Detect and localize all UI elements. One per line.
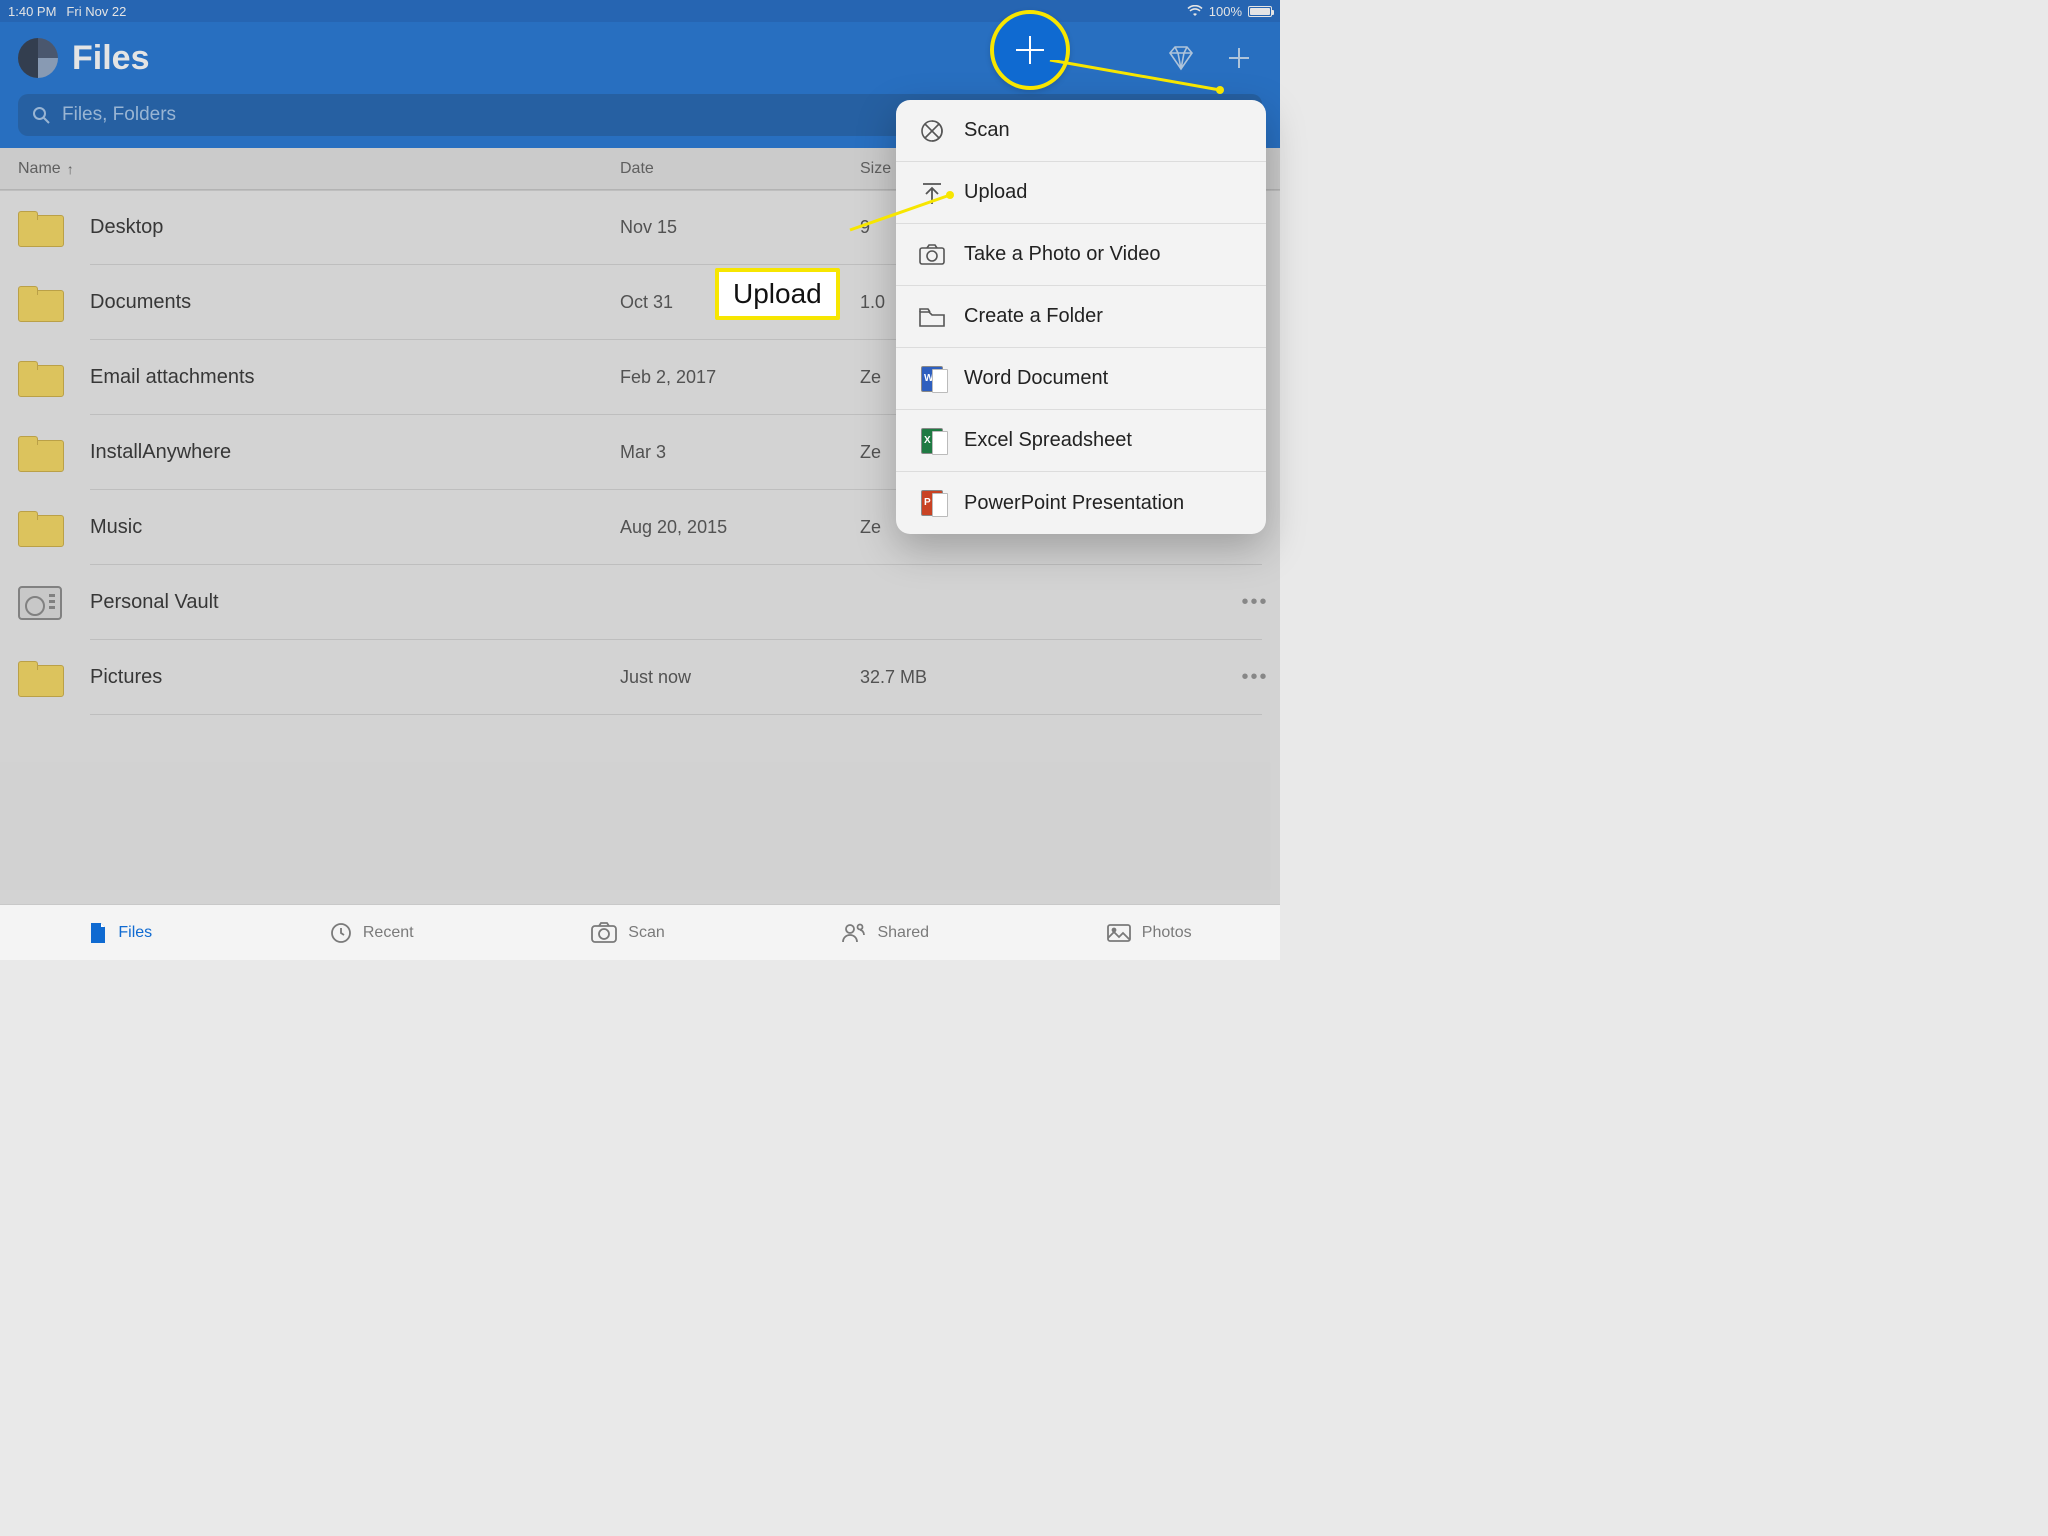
- folder-icon: [18, 436, 62, 470]
- file-name: InstallAnywhere: [90, 441, 610, 464]
- file-name: Desktop: [90, 216, 610, 239]
- column-date[interactable]: Date: [610, 160, 850, 178]
- add-menu-label: Excel Spreadsheet: [964, 429, 1132, 452]
- more-icon[interactable]: •••: [1230, 666, 1280, 689]
- tab-photos[interactable]: Photos: [1106, 923, 1192, 943]
- file-row[interactable]: PicturesJust now32.7 MB•••: [0, 640, 1280, 715]
- scan-icon: [918, 118, 946, 144]
- file-name: Email attachments: [90, 366, 610, 389]
- app-header: Files: [0, 22, 1280, 94]
- folder-icon: [18, 661, 62, 695]
- annotation-add-circle[interactable]: [990, 10, 1070, 90]
- tab-shared[interactable]: Shared: [841, 922, 929, 944]
- status-time: 1:40 PM: [8, 4, 56, 19]
- tab-recent[interactable]: Recent: [329, 921, 414, 945]
- search-icon: [32, 106, 50, 124]
- tab-label: Files: [118, 924, 152, 942]
- file-name: Personal Vault: [90, 591, 610, 614]
- add-menu-popover: Scan Upload Take a Photo or Video Create a …: [896, 100, 1266, 534]
- account-avatar-icon[interactable]: [18, 38, 58, 78]
- ppt-icon: P: [918, 490, 946, 516]
- add-menu-ppt[interactable]: P PowerPoint Presentation: [896, 472, 1266, 534]
- add-menu-photo[interactable]: Take a Photo or Video: [896, 224, 1266, 286]
- premium-diamond-icon[interactable]: [1166, 45, 1196, 71]
- file-name: Music: [90, 516, 610, 539]
- file-date: Aug 20, 2015: [610, 517, 850, 538]
- add-menu-label: Upload: [964, 181, 1027, 204]
- add-menu-label: Create a Folder: [964, 305, 1103, 328]
- recent-icon: [329, 921, 353, 945]
- add-menu-excel[interactable]: X Excel Spreadsheet: [896, 410, 1266, 472]
- excel-icon: X: [918, 428, 946, 454]
- file-row[interactable]: Personal Vault •••: [0, 565, 1280, 640]
- page-title: Files: [72, 39, 149, 78]
- folder-icon: [18, 286, 62, 320]
- add-menu-label: Word Document: [964, 367, 1108, 390]
- add-menu-scan[interactable]: Scan: [896, 100, 1266, 162]
- scan-icon: [590, 922, 618, 944]
- vault-icon: [18, 586, 62, 620]
- sort-asc-icon: ↑: [67, 161, 74, 177]
- annotation-upload-label: Upload: [715, 268, 840, 320]
- bottom-tab-bar: Files Recent Scan Shared Photos: [0, 904, 1280, 960]
- folder-icon: [918, 306, 946, 328]
- status-battery-pct: 100%: [1209, 4, 1242, 19]
- add-menu-folder[interactable]: Create a Folder: [896, 286, 1266, 348]
- file-date: Mar 3: [610, 442, 850, 463]
- photos-icon: [1106, 923, 1132, 943]
- add-menu-label: Take a Photo or Video: [964, 243, 1160, 266]
- file-date: Feb 2, 2017: [610, 367, 850, 388]
- file-name: Documents: [90, 291, 610, 314]
- tab-label: Scan: [628, 924, 664, 942]
- column-name[interactable]: Name ↑: [0, 160, 610, 178]
- add-menu-label: Scan: [964, 119, 1010, 142]
- file-name: Pictures: [90, 666, 610, 689]
- tab-scan[interactable]: Scan: [590, 922, 664, 944]
- tab-label: Recent: [363, 924, 414, 942]
- add-menu-label: PowerPoint Presentation: [964, 492, 1184, 515]
- file-size: 32.7 MB: [850, 667, 1230, 688]
- tab-label: Shared: [877, 924, 929, 942]
- battery-icon: [1248, 6, 1272, 17]
- shared-icon: [841, 922, 867, 944]
- status-date: Fri Nov 22: [66, 4, 126, 19]
- add-menu-word[interactable]: W Word Document: [896, 348, 1266, 410]
- file-date: Nov 15: [610, 217, 850, 238]
- more-icon[interactable]: •••: [1230, 591, 1280, 614]
- wifi-icon: [1187, 5, 1203, 17]
- folder-icon: [18, 511, 62, 545]
- file-date: Just now: [610, 667, 850, 688]
- add-menu-upload[interactable]: Upload: [896, 162, 1266, 224]
- upload-icon: [918, 180, 946, 206]
- add-plus-icon[interactable]: [1226, 45, 1252, 71]
- status-bar: 1:40 PM Fri Nov 22 100%: [0, 0, 1280, 22]
- photo-icon: [918, 244, 946, 266]
- tab-files[interactable]: Files: [88, 921, 152, 945]
- folder-icon: [18, 361, 62, 395]
- word-icon: W: [918, 366, 946, 392]
- files-icon: [88, 921, 108, 945]
- folder-icon: [18, 211, 62, 245]
- tab-label: Photos: [1142, 924, 1192, 942]
